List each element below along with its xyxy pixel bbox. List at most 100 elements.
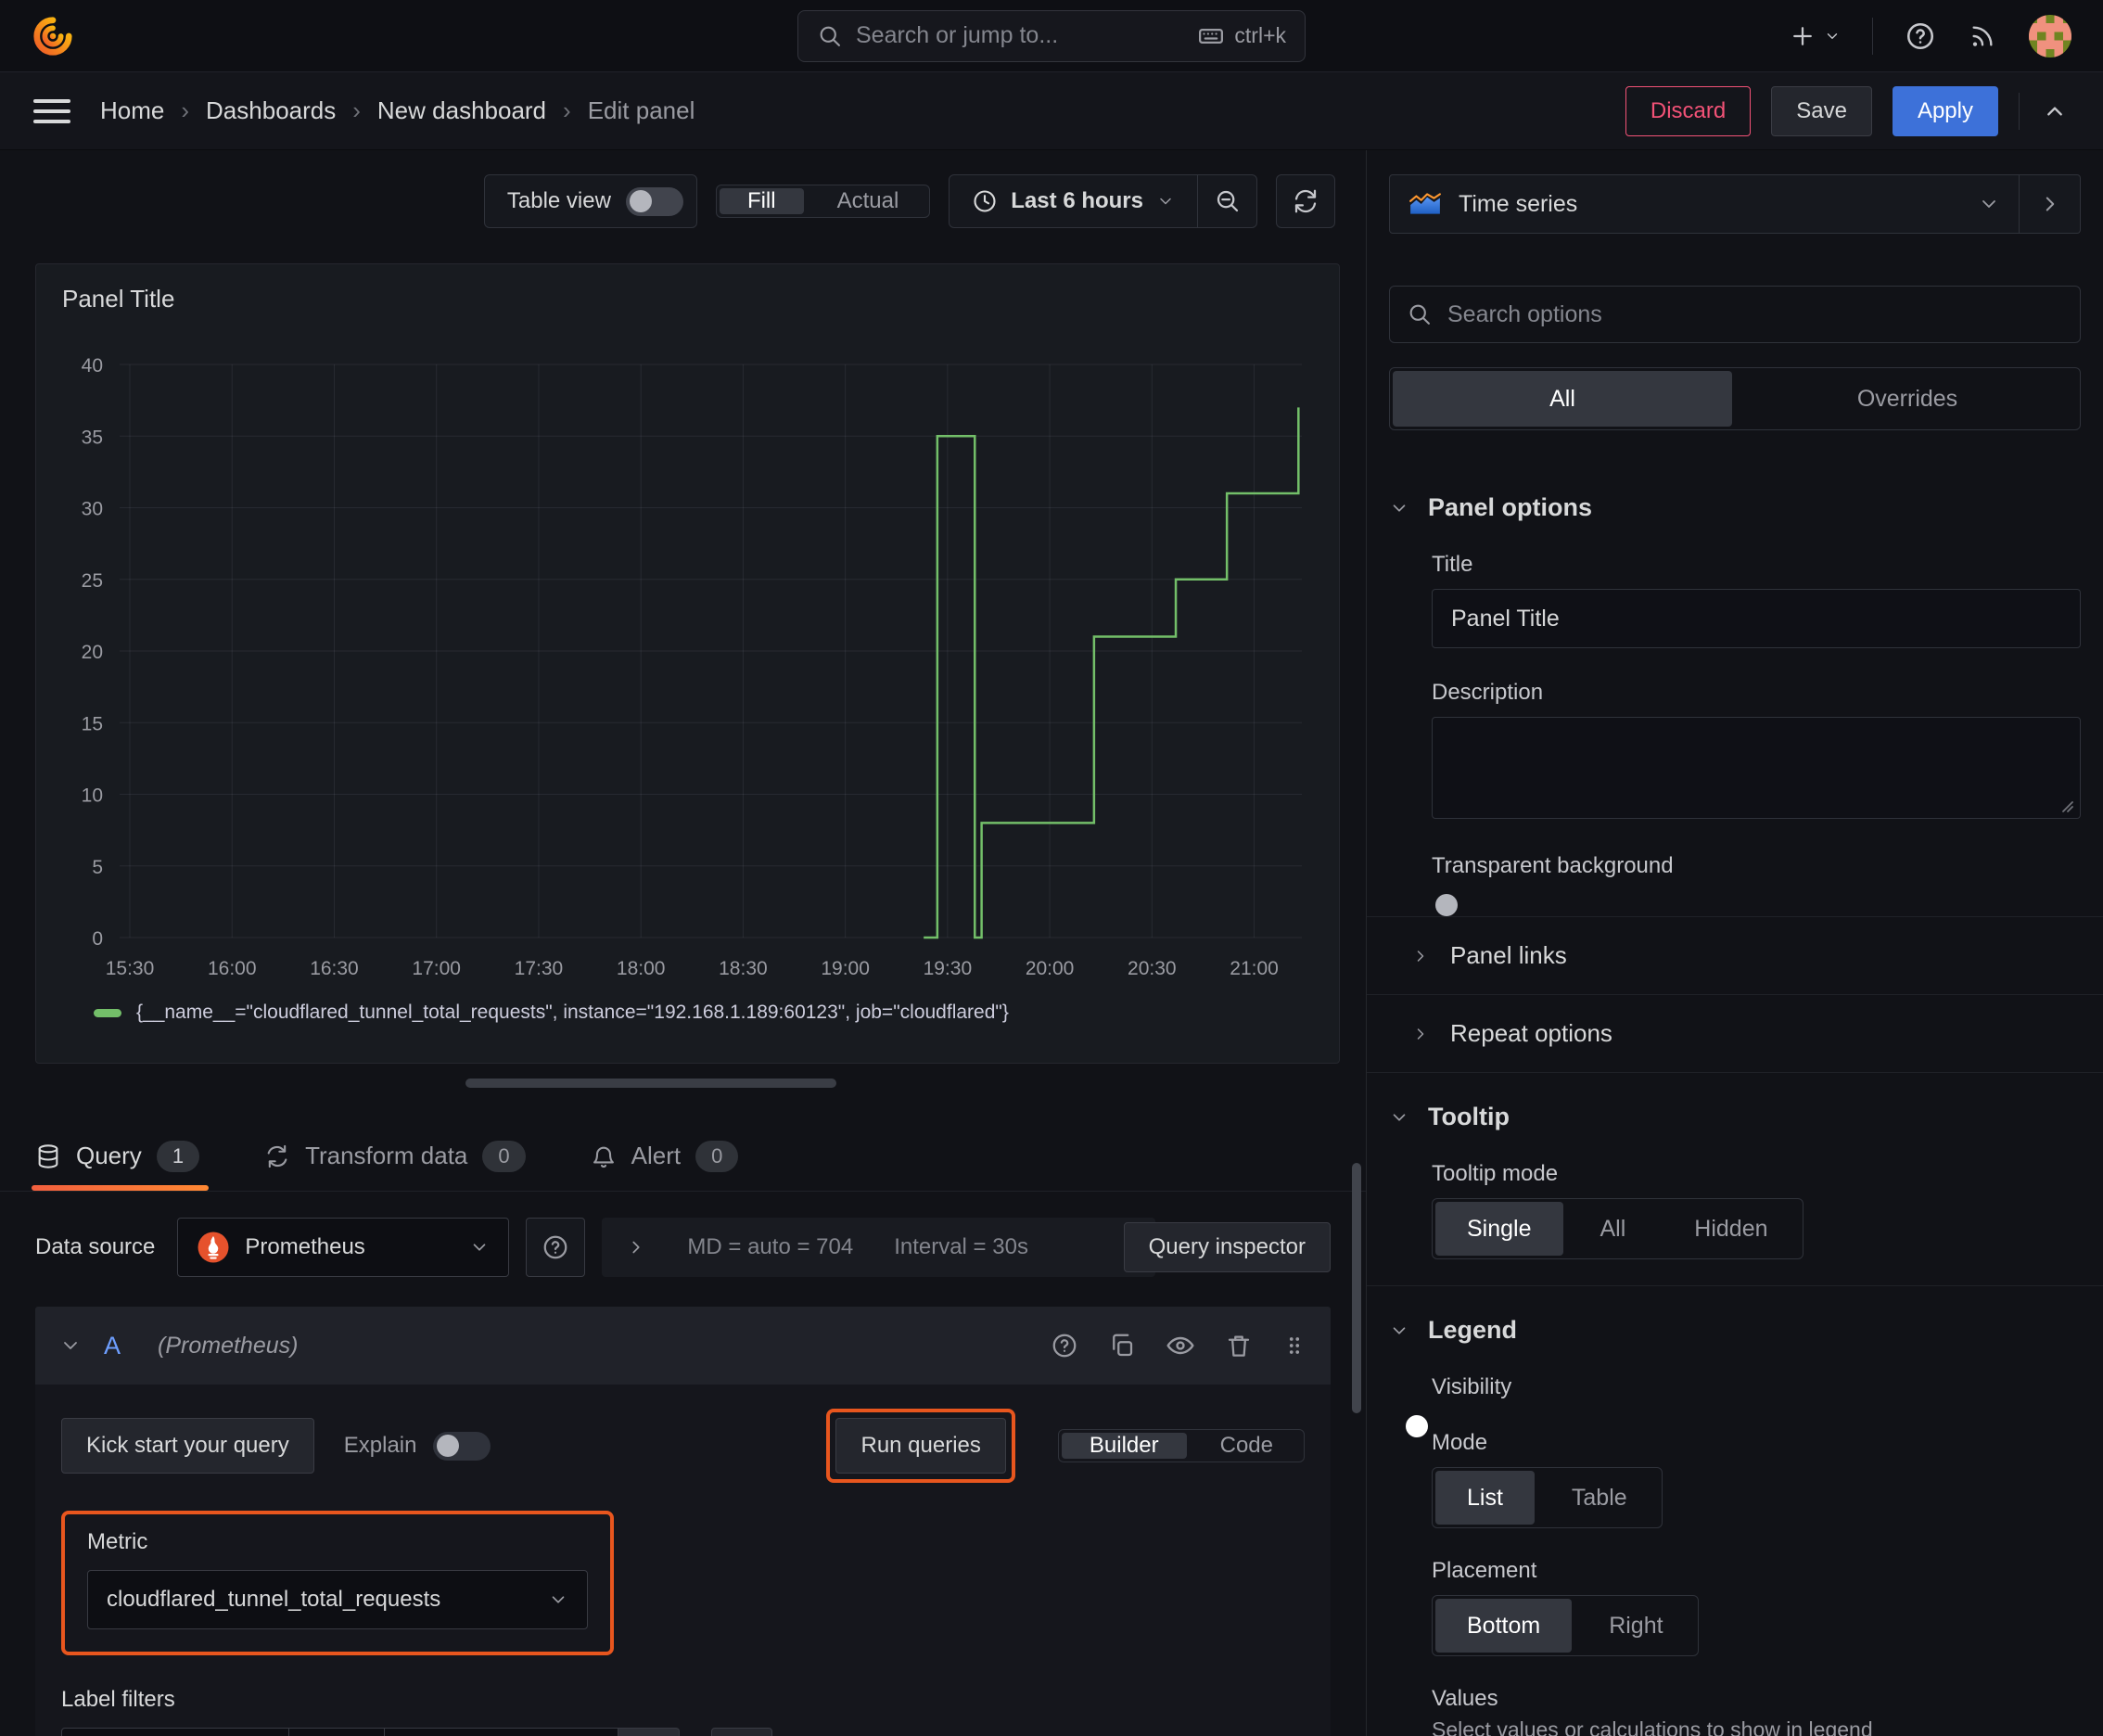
- news-rss-icon[interactable]: [1968, 21, 1997, 51]
- collapse-query-icon[interactable]: [59, 1334, 82, 1357]
- tooltip-mode-segmented: Single All Hidden: [1432, 1198, 1803, 1259]
- metric-select[interactable]: cloudflared_tunnel_total_requests: [87, 1570, 588, 1629]
- options-search[interactable]: [1389, 286, 2081, 343]
- kick-start-button[interactable]: Kick start your query: [61, 1418, 314, 1474]
- bell-icon: [591, 1143, 617, 1169]
- panel-title-input[interactable]: [1432, 589, 2081, 648]
- run-queries-button[interactable]: Run queries: [835, 1418, 1006, 1474]
- builder-option[interactable]: Builder: [1061, 1433, 1187, 1459]
- legend-mode-segmented: List Table: [1432, 1467, 1663, 1528]
- breadcrumb-dashboards[interactable]: Dashboards: [206, 96, 336, 125]
- tab-transform-data[interactable]: Transform data 0: [264, 1121, 526, 1191]
- panel-resize-handle[interactable]: [465, 1079, 836, 1088]
- datasource-help-button[interactable]: [526, 1218, 586, 1277]
- query-row-header[interactable]: A (Prometheus): [35, 1307, 1331, 1385]
- max-data-points-stat: MD = auto = 704: [687, 1234, 854, 1259]
- drag-handle-icon[interactable]: [1282, 1334, 1306, 1358]
- tooltip-hidden-option[interactable]: Hidden: [1663, 1202, 1799, 1256]
- menu-toggle-icon[interactable]: [33, 98, 70, 123]
- legend-table-option[interactable]: Table: [1540, 1471, 1659, 1525]
- options-search-input[interactable]: [1447, 300, 2063, 328]
- transform-icon: [264, 1143, 290, 1169]
- tooltip-all-option[interactable]: All: [1569, 1202, 1658, 1256]
- select-label-dropdown[interactable]: Select label: [61, 1728, 289, 1736]
- panel-options-header[interactable]: Panel options: [1389, 464, 2081, 528]
- legend-swatch[interactable]: [94, 1008, 121, 1017]
- select-value-dropdown[interactable]: Select value: [384, 1728, 618, 1736]
- panel-title[interactable]: Panel Title: [62, 285, 174, 313]
- save-button[interactable]: Save: [1771, 85, 1872, 136]
- zoom-out-button[interactable]: [1197, 175, 1256, 227]
- fill-option[interactable]: Fill: [719, 188, 804, 214]
- legend-header[interactable]: Legend: [1389, 1286, 2081, 1350]
- query-help-icon[interactable]: [1051, 1332, 1078, 1359]
- time-series-chart[interactable]: 0 5 10 15 20 25 30 35 40 15:30 16:00 16:30 17:00 17:3…: [55, 316, 1330, 1016]
- delete-query-icon[interactable]: [1225, 1332, 1253, 1359]
- help-icon[interactable]: [1905, 20, 1936, 52]
- all-options-tab[interactable]: All: [1393, 371, 1732, 427]
- explain-toggle[interactable]: [433, 1431, 491, 1461]
- tooltip-header[interactable]: Tooltip: [1389, 1073, 2081, 1137]
- global-search-box[interactable]: Search or jump to... ctrl+k: [797, 9, 1306, 62]
- tooltip-mode-label: Tooltip mode: [1432, 1161, 1559, 1186]
- label-filters-section: Label filters Select label =: [61, 1687, 1305, 1736]
- tab-query[interactable]: Query 1: [32, 1121, 210, 1191]
- actual-option[interactable]: Actual: [809, 188, 927, 214]
- panel-preview: Panel Title 0 5 10 15 20 25 30 35 40 15:30 16:00 16…: [35, 263, 1340, 1064]
- collapse-header-icon[interactable]: [2040, 96, 2070, 126]
- x-tick-label: 21:00: [1230, 958, 1279, 979]
- chevron-right-icon[interactable]: [626, 1237, 646, 1257]
- panel-links-row[interactable]: Panel links: [1367, 916, 2103, 994]
- panel-actions: Discard Save Apply: [1625, 85, 2070, 136]
- table-view-toggle[interactable]: [625, 186, 683, 216]
- apply-button[interactable]: Apply: [1892, 85, 1998, 136]
- user-avatar[interactable]: [2029, 14, 2071, 57]
- resize-handle-icon[interactable]: [2060, 799, 2075, 814]
- breadcrumb-separator: ›: [563, 96, 571, 124]
- overrides-tab[interactable]: Overrides: [1738, 371, 2077, 427]
- alert-count-badge: 0: [695, 1140, 739, 1172]
- datasource-picker[interactable]: Prometheus: [177, 1218, 510, 1277]
- add-menu-button[interactable]: [1789, 22, 1841, 50]
- legend-right-option[interactable]: Right: [1577, 1599, 1694, 1653]
- legend-list-option[interactable]: List: [1435, 1471, 1535, 1525]
- add-filter-button[interactable]: +: [711, 1728, 772, 1736]
- explain-control: Explain: [344, 1431, 491, 1461]
- breadcrumb-new-dashboard[interactable]: New dashboard: [377, 96, 546, 125]
- legend-placement-label: Placement: [1432, 1558, 1537, 1583]
- operator-dropdown[interactable]: =: [288, 1728, 385, 1736]
- legend-values-description: Select values or calculations to show in…: [1432, 1717, 1873, 1736]
- x-tick-label: 18:30: [719, 958, 768, 979]
- legend-series-label[interactable]: {__name__="cloudflared_tunnel_total_requ…: [136, 1002, 1009, 1024]
- y-tick-label: 5: [92, 857, 103, 878]
- remove-filter-button[interactable]: ✕: [618, 1728, 680, 1736]
- refresh-button[interactable]: [1276, 174, 1335, 228]
- query-inspector-button[interactable]: Query inspector: [1123, 1222, 1331, 1272]
- toggle-visibility-icon[interactable]: [1166, 1331, 1195, 1360]
- y-tick-label: 35: [82, 427, 103, 448]
- keyboard-icon: [1197, 22, 1225, 50]
- legend-section: Legend Visibility Mode List Table Placem…: [1367, 1285, 2103, 1736]
- legend-mode-label: Mode: [1432, 1430, 1488, 1455]
- breadcrumb-home[interactable]: Home: [100, 96, 164, 125]
- main-scrollbar-thumb[interactable]: [1352, 1163, 1361, 1413]
- time-range-picker[interactable]: Last 6 hours: [950, 188, 1197, 214]
- collapse-options-button[interactable]: [2020, 174, 2081, 234]
- tooltip-single-option[interactable]: Single: [1435, 1202, 1563, 1256]
- discard-button[interactable]: Discard: [1625, 85, 1752, 136]
- y-tick-label: 25: [82, 570, 103, 592]
- tab-alert[interactable]: Alert 0: [591, 1121, 739, 1191]
- repeat-options-row[interactable]: Repeat options: [1367, 994, 2103, 1072]
- legend-bottom-option[interactable]: Bottom: [1435, 1599, 1573, 1653]
- topnav-actions: [1789, 14, 2071, 57]
- grafana-logo-icon[interactable]: [32, 15, 74, 57]
- code-option[interactable]: Code: [1192, 1433, 1301, 1459]
- duplicate-query-icon[interactable]: [1108, 1332, 1136, 1359]
- help-circle-icon: [542, 1233, 569, 1261]
- content: Table view Fill Actual Last 6 hours Pane…: [0, 150, 2103, 1736]
- panel-description-textarea[interactable]: [1432, 717, 2081, 819]
- label-filters-label: Label filters: [61, 1687, 175, 1712]
- visualization-picker[interactable]: Time series: [1389, 174, 2020, 234]
- divider: [1872, 17, 1873, 55]
- x-tick-label: 20:00: [1026, 958, 1075, 979]
